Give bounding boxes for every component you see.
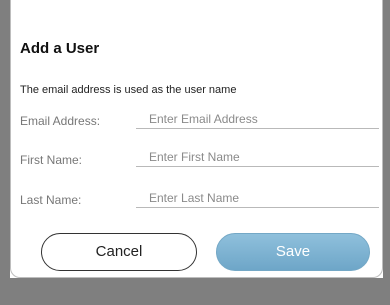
first-name-label: First Name: bbox=[20, 153, 83, 167]
last-name-label: Last Name: bbox=[20, 193, 82, 207]
save-button[interactable]: Save bbox=[216, 233, 370, 271]
dialog-subtitle: The email address is used as the user na… bbox=[20, 84, 237, 96]
email-label: Email Address: bbox=[20, 114, 101, 128]
last-name-field[interactable] bbox=[136, 188, 379, 208]
backdrop-right bbox=[383, 0, 390, 305]
email-field[interactable] bbox=[136, 109, 379, 129]
first-name-field[interactable] bbox=[136, 147, 379, 167]
add-user-dialog: Add a User The email address is used as … bbox=[10, 0, 383, 278]
cancel-button[interactable]: Cancel bbox=[41, 233, 197, 271]
backdrop-bottom bbox=[0, 278, 390, 305]
dialog-title: Add a User bbox=[20, 40, 100, 57]
backdrop-left bbox=[0, 0, 10, 305]
